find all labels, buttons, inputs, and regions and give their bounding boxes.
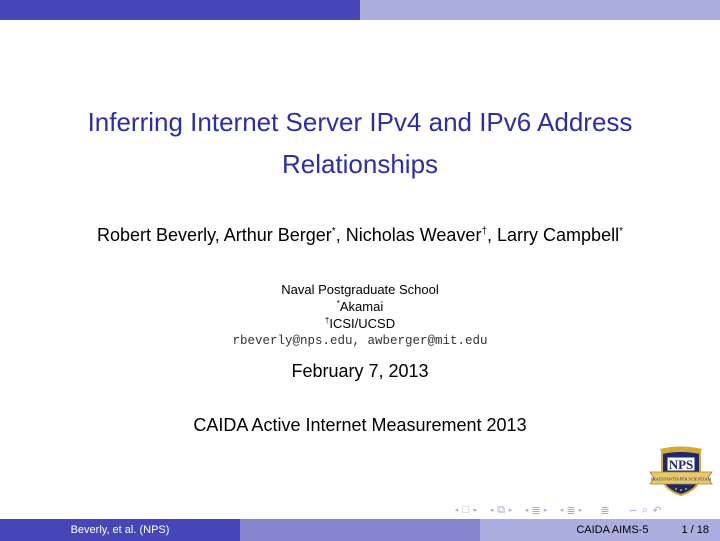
nav-appendix-group: ≣ — [599, 504, 611, 517]
logo-text: NPS — [669, 457, 694, 472]
search-back-icon[interactable]: ∽ — [627, 504, 639, 517]
beamer-navigation-symbols: ◂ □ ▸ ◂ ⧉ ▸ ◂ ≣ ▸ ◂ ≣ ▸ ≣ ∽ ⌕ ↶ — [453, 503, 672, 517]
prev-subsection-arrow-icon[interactable]: ◂ — [488, 506, 495, 514]
affiliation-line: *Akamai — [0, 298, 720, 315]
author-separator: , — [487, 225, 498, 245]
footer-date-section: CAIDA AIMS-5 1 / 18 — [480, 519, 720, 541]
appendix-icon[interactable]: ≣ — [599, 504, 611, 517]
nav-section-group: ◂ ≣ ▸ — [523, 504, 549, 517]
logo-motto: PRAESTANTIA PER SCIENTIAM — [651, 477, 712, 482]
affiliations: Naval Postgraduate School *Akamai †ICSI/… — [0, 281, 720, 350]
footer-author: Beverly, et al. (NPS) — [0, 519, 240, 541]
nav-subsection-group: ◂ ⧉ ▸ — [488, 504, 514, 517]
author-name: Larry Campbell — [497, 225, 620, 245]
back-forward-icon[interactable]: ↶ — [651, 504, 663, 517]
affiliation-name: Naval Postgraduate School — [281, 282, 439, 297]
footer-title-section — [240, 519, 480, 541]
next-presentation-arrow-icon[interactable]: ▸ — [577, 506, 584, 514]
page-number: 1 / 18 — [681, 524, 709, 536]
event-name: CAIDA Active Internet Measurement 2013 — [193, 415, 527, 435]
prev-section-arrow-icon[interactable]: ◂ — [523, 506, 530, 514]
author-name: Arthur Berger — [223, 225, 332, 245]
author-list: Robert Beverly, Arthur Berger *, Nicholas… — [0, 223, 720, 247]
section-icon[interactable]: ≣ — [530, 504, 542, 517]
email-addresses: rbeverly@nps.edu, awberger@mit.edu — [232, 334, 488, 348]
next-frame-arrow-icon[interactable]: ▸ — [472, 506, 479, 514]
header-bar — [0, 0, 720, 20]
title-line-2: Relationships — [281, 149, 439, 179]
presentation-date: February 7, 2013 — [291, 361, 429, 381]
header-bar-left — [0, 0, 360, 20]
author-name: Robert Beverly — [97, 225, 215, 245]
affiliation-line: †ICSI/UCSD — [0, 315, 720, 332]
next-section-arrow-icon[interactable]: ▸ — [542, 506, 549, 514]
next-subsection-arrow-icon[interactable]: ▸ — [507, 506, 514, 514]
presentation-icon[interactable]: ≣ — [565, 504, 577, 517]
footer-conference: CAIDA AIMS-5 — [576, 524, 649, 536]
author-separator: , — [335, 225, 346, 245]
nav-frame-group: ◂ □ ▸ — [453, 504, 479, 516]
author-separator: , — [214, 225, 224, 245]
header-bar-right — [360, 0, 720, 20]
affiliation-name: Akamai — [339, 299, 384, 314]
footer-bar: Beverly, et al. (NPS) CAIDA AIMS-5 1 / 1… — [0, 519, 720, 541]
prev-frame-arrow-icon[interactable]: ◂ — [453, 506, 460, 514]
nav-search-group: ∽ ⌕ ↶ — [627, 504, 663, 517]
affiliation-mark: * — [619, 226, 623, 237]
subsection-icon[interactable]: ⧉ — [495, 504, 507, 517]
slide-title: Inferring Internet Server IPv4 and IPv6 … — [0, 101, 720, 185]
author-name: Nicholas Weaver — [345, 225, 482, 245]
affiliation-name: ICSI/UCSD — [329, 316, 396, 331]
nps-crest-logo-icon: NPS PRAESTANTIA PER SCIENTIAM — [649, 446, 713, 497]
prev-presentation-arrow-icon[interactable]: ◂ — [558, 506, 565, 514]
frame-icon[interactable]: □ — [460, 504, 472, 516]
title-line-1: Inferring Internet Server IPv4 and IPv6 … — [87, 107, 633, 137]
find-icon[interactable]: ⌕ — [639, 504, 651, 517]
nav-presentation-group: ◂ ≣ ▸ — [558, 504, 584, 517]
affiliation-line: Naval Postgraduate School — [0, 281, 720, 298]
